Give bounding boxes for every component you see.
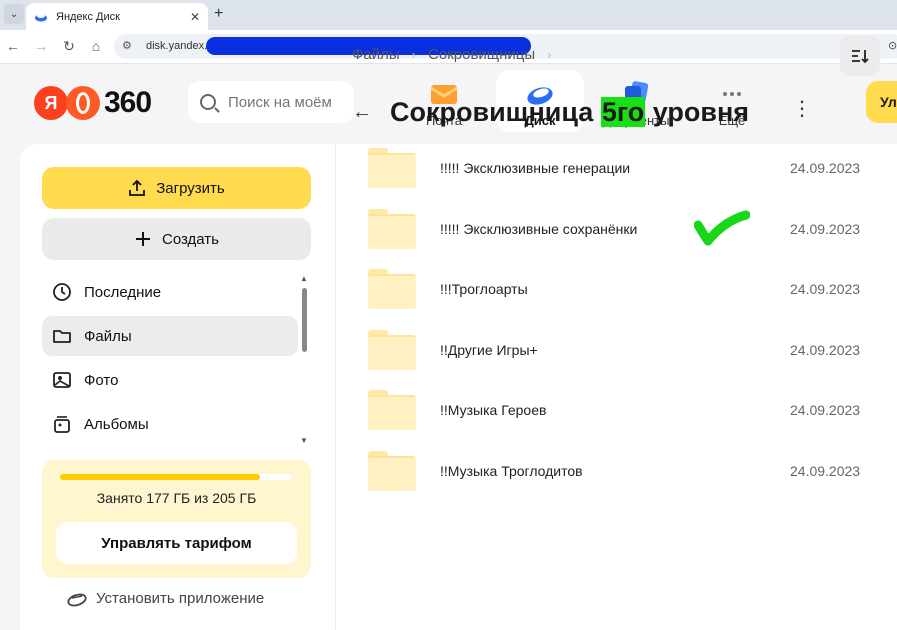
- scroll-up-arrow-icon[interactable]: ▲: [300, 274, 308, 283]
- storage-progress-fill: [60, 474, 261, 480]
- breadcrumb-files[interactable]: Файлы: [352, 46, 400, 63]
- folder-icon: [368, 329, 416, 370]
- reload-icon[interactable]: ↻: [60, 38, 78, 55]
- browser-tab[interactable]: Яндекс Диск ✕: [26, 3, 208, 30]
- browser-tab-strip: ⌄ Яндекс Диск ✕ +: [0, 0, 897, 30]
- sidebar-item-recent[interactable]: Последние: [42, 272, 298, 312]
- clock-icon: [53, 283, 71, 301]
- install-app-link[interactable]: Установить приложение: [66, 590, 264, 607]
- file-date: 24.09.2023: [790, 402, 861, 419]
- close-tab-icon[interactable]: ✕: [190, 10, 200, 24]
- storage-progress: [60, 474, 292, 480]
- title-highlight: 5го: [600, 96, 646, 127]
- folder-title-row: ← Сокровищница 5го уровня: [352, 92, 749, 132]
- file-date: 24.09.2023: [790, 341, 861, 358]
- list-item[interactable]: !!Музыка Троглодитов 24.09.2023: [368, 441, 897, 502]
- green-checkmark-icon: [694, 210, 750, 245]
- forward-icon[interactable]: →: [32, 38, 50, 54]
- photo-icon: [53, 372, 71, 388]
- sidebar-scrollbar[interactable]: [302, 288, 307, 352]
- folder-icon: [368, 269, 416, 310]
- title-before: Сокровищница: [390, 96, 601, 127]
- sidebar-item-label: Фото: [84, 371, 119, 389]
- browser-tab-title: Яндекс Диск: [56, 10, 120, 23]
- plus-icon: [135, 232, 150, 246]
- upload-button[interactable]: Загрузить: [42, 167, 311, 209]
- logo-number: 360: [104, 86, 152, 119]
- folder-menu-icon[interactable]: ⋮: [792, 99, 812, 119]
- breadcrumb-treasuries[interactable]: Сокровищницы: [428, 46, 535, 63]
- upload-icon: [129, 179, 146, 196]
- title-after: уровня: [645, 96, 750, 127]
- yandex-disk-favicon: [35, 13, 47, 21]
- scroll-down-arrow-icon[interactable]: ▼: [300, 436, 308, 445]
- sidebar-item-files[interactable]: Файлы: [42, 316, 298, 356]
- sidebar-item-photo[interactable]: Фото: [42, 360, 298, 400]
- extension-icon[interactable]: ⊙: [888, 39, 897, 52]
- sidebar-item-albums[interactable]: Альбомы: [42, 404, 298, 444]
- breadcrumb-chevron-icon: ›: [411, 47, 417, 62]
- list-item[interactable]: !!!!! Эксклюзивные сохранёнки 24.09.2023: [368, 199, 897, 260]
- search-box[interactable]: [188, 81, 354, 123]
- list-item[interactable]: !!Музыка Героев 24.09.2023: [368, 380, 897, 441]
- sidebar-item-label: Альбомы: [84, 415, 149, 433]
- folder-icon: [368, 208, 416, 249]
- file-date: 24.09.2023: [790, 160, 861, 177]
- sidebar-nav: Последние Файлы Фото Альбомы: [42, 272, 298, 448]
- logo-ring-icon: [66, 86, 100, 120]
- install-app-icon: [67, 593, 87, 606]
- sidebar-item-label: Файлы: [84, 327, 132, 345]
- create-button[interactable]: Создать: [42, 218, 311, 260]
- list-item[interactable]: !!!Троглоарты 24.09.2023: [368, 259, 897, 320]
- install-app-label: Установить приложение: [96, 590, 265, 607]
- file-date: 24.09.2023: [790, 462, 861, 479]
- sidebar-item-label: Последние: [84, 283, 162, 301]
- breadcrumb: Файлы › Сокровищницы ›: [352, 46, 564, 63]
- url-text: disk.yandex.r: [146, 40, 211, 52]
- storage-text: Занято 177 ГБ из 205 ГБ: [96, 490, 257, 506]
- folder-icon: [368, 148, 416, 189]
- tab-search-chevron-icon[interactable]: ⌄: [4, 4, 24, 24]
- site-info-icon[interactable]: ⚙: [122, 39, 132, 52]
- folder-icon: [368, 450, 416, 491]
- search-input[interactable]: [228, 93, 344, 111]
- sort-icon: [852, 50, 869, 64]
- storage-widget: Занято 177 ГБ из 205 ГБ Управлять тарифо…: [42, 460, 311, 578]
- breadcrumb-chevron-icon: ›: [547, 47, 552, 62]
- upgrade-button[interactable]: Ул: [866, 81, 897, 123]
- home-icon[interactable]: ⌂: [87, 38, 105, 54]
- manage-tariff-button[interactable]: Управлять тарифом: [56, 522, 297, 564]
- back-icon[interactable]: ←: [4, 38, 22, 54]
- list-item[interactable]: !!Другие Игры+ 24.09.2023: [368, 320, 897, 381]
- folder-icon: [53, 330, 71, 343]
- file-date: 24.09.2023: [790, 281, 861, 298]
- new-tab-button[interactable]: +: [214, 5, 223, 23]
- search-icon: [200, 94, 216, 110]
- file-date: 24.09.2023: [790, 220, 861, 237]
- file-list: !!!!! Эксклюзивные генерации 24.09.2023 …: [368, 138, 897, 501]
- back-arrow-icon[interactable]: ←: [352, 101, 372, 124]
- list-item[interactable]: !!!!! Эксклюзивные генерации 24.09.2023: [368, 138, 897, 199]
- sort-button[interactable]: [840, 36, 880, 76]
- sidebar: Загрузить Создать Последние Файлы Фото А…: [20, 144, 336, 630]
- logo-ya: Я: [34, 86, 68, 120]
- create-label: Создать: [161, 230, 219, 248]
- page-title: Сокровищница 5го уровня: [390, 96, 750, 128]
- upload-label: Загрузить: [156, 179, 225, 197]
- yandex-360-logo[interactable]: Я 360: [34, 86, 152, 120]
- albums-icon: [54, 416, 70, 433]
- folder-icon: [368, 390, 416, 431]
